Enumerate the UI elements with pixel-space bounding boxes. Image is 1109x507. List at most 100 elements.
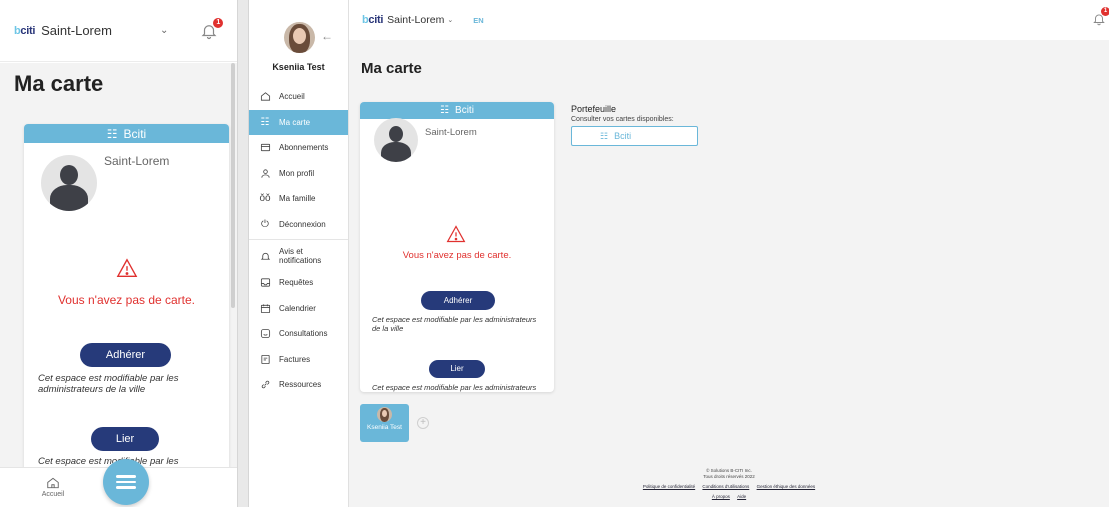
avatar-placeholder: [41, 155, 97, 211]
avatar-placeholder: [374, 118, 418, 162]
subscription-icon: [259, 142, 271, 154]
desktop-view: ← Kseniia Test Accueil ☷ Ma carte Abonne…: [248, 0, 1109, 507]
wallet-section: Portefeuille Consulter vos cartes dispon…: [571, 104, 698, 146]
sidebar-item-label: Calendrier: [279, 303, 316, 313]
admin-note: Cet espace est modifiable par les admini…: [38, 373, 179, 395]
lier-button[interactable]: Lier: [429, 360, 485, 378]
invoice-icon: [259, 353, 271, 365]
sidebar-item-label: Abonnements: [279, 143, 329, 153]
home-icon: [259, 91, 271, 103]
member-card: ☷ Bciti Saint-Lorem Vous n'avez pas de c…: [24, 124, 229, 474]
card-city: Saint-Lorem: [425, 127, 477, 138]
inbox-icon: [259, 277, 271, 289]
footer-link-data-ethics[interactable]: Gestion éthique des données: [757, 484, 816, 489]
rights: Tous droits réservés 2022: [703, 474, 755, 479]
city-selector[interactable]: Saint-Lorem: [41, 23, 112, 38]
mobile-view: bciti Saint-Lorem ⌄ 1 Ma carte ☷ Bciti S…: [0, 0, 238, 507]
wallet-card-button[interactable]: ☷ Bciti: [571, 126, 698, 146]
footer: © Solutions B-CITI Inc. Tous droits rése…: [349, 468, 1109, 500]
calendar-icon: [259, 302, 271, 314]
sidebar-item-label: Ma carte: [279, 117, 311, 127]
sidebar-item-calendrier[interactable]: Calendrier: [249, 296, 348, 322]
nav-home-label: Accueil: [41, 491, 65, 498]
sidebar-item-label: Mon profil: [279, 168, 315, 178]
card-icon: ☷: [260, 116, 270, 128]
chevron-down-icon[interactable]: ⌄: [160, 25, 168, 36]
sidebar-item-ma-famille[interactable]: ǒǒ Ma famille: [249, 186, 348, 212]
notification-badge: 1: [1101, 7, 1109, 16]
avatar: [377, 407, 392, 422]
chat-icon: [259, 328, 271, 340]
wallet-card-label: Bciti: [614, 131, 632, 141]
sidebar-item-label: Ma famille: [279, 194, 316, 204]
logo[interactable]: bciti: [14, 25, 35, 37]
sidebar-item-label: Avis et notifications: [279, 247, 322, 265]
sidebar: ← Kseniia Test Accueil ☷ Ma carte Abonne…: [249, 0, 349, 507]
user-name: Kseniia Test: [272, 62, 325, 72]
sidebar-item-label: Requêtes: [279, 278, 314, 288]
lier-button[interactable]: Lier: [91, 427, 159, 451]
sidebar-item-factures[interactable]: Factures: [249, 347, 348, 373]
sidebar-item-notifications[interactable]: Avis et notifications: [249, 242, 348, 270]
card-header: ☷ Bciti: [360, 102, 554, 119]
admin-note: Cet espace est modifiable par les admini…: [372, 315, 537, 333]
notification-bell-icon[interactable]: 1: [200, 17, 224, 40]
family-icon: ǒǒ: [259, 193, 271, 205]
sidebar-menu: Accueil ☷ Ma carte Abonnements Mon profi…: [249, 84, 348, 398]
footer-link-help[interactable]: Aide: [737, 494, 746, 499]
sidebar-item-deconnexion[interactable]: ⏻ Déconnexion: [249, 212, 348, 238]
sidebar-item-label: Déconnexion: [279, 219, 326, 229]
footer-link-terms[interactable]: Conditions d'utilisations: [702, 484, 749, 489]
sidebar-item-ma-carte[interactable]: ☷ Ma carte: [249, 109, 348, 135]
divider: [249, 239, 348, 240]
page-title: Ma carte: [14, 71, 104, 96]
adherer-button[interactable]: Adhérer: [80, 343, 171, 367]
nav-home[interactable]: Accueil: [38, 476, 68, 498]
card-header: ☷ Bciti: [24, 124, 229, 143]
card-header-label: Bciti: [123, 126, 147, 141]
add-member-button[interactable]: +: [417, 417, 429, 429]
member-name: Kseniia Test: [367, 424, 402, 431]
sidebar-item-mon-profil[interactable]: Mon profil: [249, 161, 348, 187]
notification-badge: 1: [213, 17, 224, 28]
adherer-button[interactable]: Adhérer: [421, 291, 495, 310]
card-icon: ☷: [106, 126, 118, 141]
admin-note: Cet espace est modifiable par les admini…: [372, 383, 537, 392]
warning-icon: [116, 258, 138, 277]
card-icon: ☷: [440, 105, 450, 116]
avatar[interactable]: [284, 22, 315, 53]
wallet-subtitle: Consulter vos cartes disponibles:: [571, 116, 674, 123]
menu-button[interactable]: [103, 459, 149, 505]
sidebar-item-abonnements[interactable]: Abonnements: [249, 135, 348, 161]
main-content: Ma carte ☷ Bciti Saint-Lorem Vous n'avez…: [349, 40, 1109, 507]
link-icon: [259, 379, 271, 391]
member-card: ☷ Bciti Saint-Lorem Vous n'avez pas de c…: [360, 102, 554, 392]
notification-bell-icon[interactable]: 1: [1092, 7, 1109, 26]
sidebar-item-accueil[interactable]: Accueil: [249, 84, 348, 110]
warning-icon: [446, 225, 466, 243]
scrollbar[interactable]: [231, 63, 235, 308]
family-member-tile[interactable]: Kseniia Test: [360, 404, 409, 442]
card-city: Saint-Lorem: [104, 154, 170, 168]
mobile-header: bciti Saint-Lorem ⌄ 1: [0, 0, 237, 62]
wallet-title: Portefeuille: [571, 104, 617, 114]
logo[interactable]: bciti: [362, 14, 383, 26]
sidebar-item-requetes[interactable]: Requêtes: [249, 270, 348, 296]
city-selector[interactable]: Saint-Lorem: [387, 14, 444, 26]
footer-link-about[interactable]: À propos: [712, 494, 730, 499]
language-toggle[interactable]: EN: [473, 16, 483, 25]
person-icon: [259, 167, 271, 179]
sidebar-item-label: Accueil: [279, 92, 305, 102]
footer-link-privacy[interactable]: Politique de confidentialité: [643, 484, 695, 489]
sidebar-item-ressources[interactable]: Ressources: [249, 372, 348, 398]
sidebar-item-label: Ressources: [279, 380, 322, 390]
sidebar-item-consultations[interactable]: Consultations: [249, 321, 348, 347]
card-icon: ☷: [600, 130, 609, 141]
sidebar-item-label: Factures: [279, 354, 311, 364]
bell-icon: [259, 250, 271, 262]
hamburger-icon: [116, 475, 136, 478]
collapse-arrow-icon[interactable]: ←: [321, 29, 333, 43]
card-header-label: Bciti: [455, 105, 474, 116]
no-card-message: Vous n'avez pas de carte.: [402, 250, 512, 261]
chevron-down-icon[interactable]: ⌄: [447, 16, 453, 24]
